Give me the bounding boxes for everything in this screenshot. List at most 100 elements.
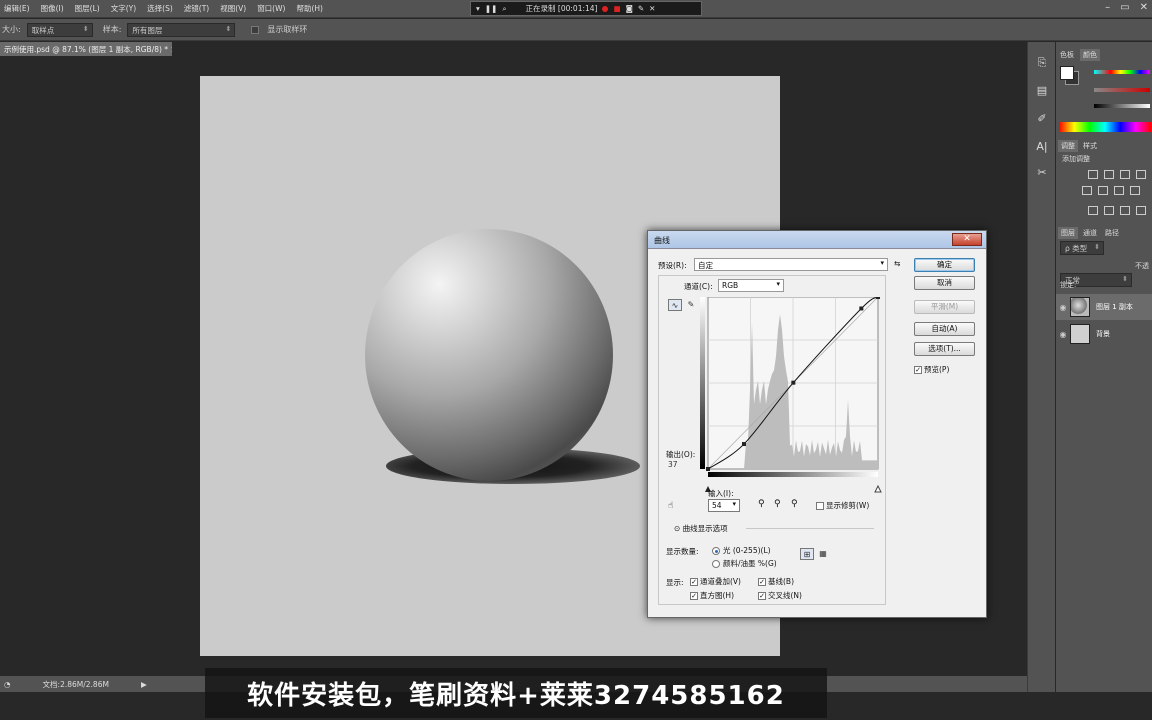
white-point-slider[interactable] <box>874 484 882 493</box>
menu-type[interactable]: 文字(Y) <box>111 3 136 14</box>
size-label: 大小: <box>2 25 21 34</box>
history-icon[interactable]: ⎘ <box>1034 56 1050 72</box>
layer-row[interactable]: ◉ 图层 1 副本 <box>1056 294 1152 320</box>
menu-select[interactable]: 选择(S) <box>147 3 173 14</box>
preset-options-icon[interactable]: ⇆ <box>894 259 900 268</box>
actions-icon[interactable]: ▤ <box>1034 84 1050 100</box>
black-white-adjust-icon[interactable] <box>1130 186 1140 195</box>
preview-checkbox[interactable]: ✓ 预览(P) <box>914 364 949 375</box>
preset-select[interactable]: 自定 <box>694 258 888 271</box>
layer-name: 背景 <box>1096 330 1110 338</box>
intersection-checkbox[interactable]: ✓ 交叉线(N) <box>758 590 802 601</box>
curves-dialog: 曲线 ✕ 预设(R): 自定 ⇆ 通道(C): RGB ∿ ✎ 输出(O): 3… <box>647 230 987 618</box>
brightness-adjust-icon[interactable] <box>1088 170 1098 179</box>
curves-graph[interactable] <box>700 297 888 493</box>
menu-window[interactable]: 窗口(W) <box>257 3 285 14</box>
gradient-map-adjust-icon[interactable] <box>1136 206 1146 215</box>
posterize-adjust-icon[interactable] <box>1104 206 1114 215</box>
curve-pencil-tool-icon[interactable]: ✎ <box>684 299 698 311</box>
layer-row[interactable]: ◉ 背景 <box>1056 321 1152 347</box>
channel-overlays-checkbox[interactable]: ✓ 通道叠加(V) <box>690 576 741 587</box>
menu-help[interactable]: 帮助(H) <box>296 3 323 14</box>
target-adjust-icon[interactable]: ☝ <box>668 501 673 511</box>
saturation-slider[interactable] <box>1094 88 1150 92</box>
input-field[interactable]: 54 <box>708 499 740 512</box>
curve-control-point[interactable] <box>742 442 746 447</box>
gray-eyedropper-icon[interactable]: ⚲ <box>774 499 781 509</box>
curve-point-tool-icon[interactable]: ∿ <box>668 299 682 311</box>
hue-sat-adjust-icon[interactable] <box>1098 186 1108 195</box>
document-tab[interactable]: 示例使用.psd @ 87.1% (图层 1 副本, RGB/8) * × <box>0 42 172 56</box>
recorder-close-icon[interactable]: ✕ <box>649 4 655 13</box>
stop-icon[interactable]: ■ <box>613 4 620 13</box>
show-clipping-checkbox[interactable]: 显示修剪(W) <box>816 500 869 511</box>
record-icon[interactable] <box>602 5 609 12</box>
visibility-eye-icon[interactable]: ◉ <box>1056 330 1070 339</box>
options-button[interactable]: 选项(T)... <box>914 342 975 356</box>
pen-icon[interactable]: ✎ <box>638 4 644 13</box>
curve-control-point[interactable] <box>876 297 880 299</box>
exposure-adjust-icon[interactable] <box>1136 170 1146 179</box>
show-label: 显示: <box>666 578 684 587</box>
red-slider[interactable] <box>1094 70 1150 74</box>
tab-close-icon[interactable]: × <box>170 45 172 54</box>
status-arrow-icon[interactable]: ▶ <box>141 680 147 689</box>
auto-button[interactable]: 自动(A) <box>914 322 975 336</box>
character-icon[interactable]: A| <box>1034 140 1050 156</box>
document-size: 文档:2.86M/2.86M <box>42 679 109 689</box>
foreground-color-swatch[interactable] <box>1060 66 1074 80</box>
curves-adjust-icon[interactable] <box>1120 170 1130 179</box>
ok-button[interactable]: 确定 <box>914 258 975 272</box>
menu-edit[interactable]: 编辑(E) <box>4 3 30 14</box>
minimize-icon[interactable]: – <box>1105 2 1110 13</box>
menu-image[interactable]: 图像(I) <box>41 3 64 14</box>
pause-icon[interactable]: ❚❚ <box>485 4 498 13</box>
dialog-titlebar[interactable]: 曲线 ✕ <box>648 231 986 249</box>
sample-size-select[interactable]: 取样点 <box>26 22 93 37</box>
invert-adjust-icon[interactable] <box>1088 206 1098 215</box>
output-label: 输出(O): <box>666 450 696 459</box>
menu-layer[interactable]: 图层(L) <box>75 3 100 14</box>
curve-control-point[interactable] <box>706 467 710 471</box>
recorder-menu-icon[interactable]: ▾ <box>476 4 480 13</box>
close-icon[interactable]: ✕ <box>1140 2 1148 13</box>
maximize-icon[interactable]: ▭ <box>1120 2 1129 13</box>
white-eyedropper-icon[interactable]: ⚲ <box>791 499 798 509</box>
sample-layers-select[interactable]: 所有图层 <box>127 22 236 37</box>
light-option-label: 光 (0-255)(L) <box>723 546 771 555</box>
color-spectrum-ramp[interactable] <box>1059 122 1151 132</box>
curve-control-point[interactable] <box>791 380 796 385</box>
baseline-label: 基线(B) <box>768 577 794 586</box>
levels-adjust-icon[interactable] <box>1104 170 1114 179</box>
light-radio[interactable]: 光 (0-255)(L) <box>712 545 771 556</box>
display-options-toggle[interactable]: ⊙ 曲线显示选项 <box>674 523 728 534</box>
histogram-checkbox[interactable]: ✓ 直方图(H) <box>690 590 734 601</box>
color-balance-adjust-icon[interactable] <box>1114 186 1124 195</box>
black-eyedropper-icon[interactable]: ⚲ <box>758 499 765 509</box>
vibrance-adjust-icon[interactable] <box>1082 186 1092 195</box>
dialog-close-icon[interactable]: ✕ <box>952 233 982 246</box>
camera-icon[interactable]: ◙ <box>626 4 633 13</box>
cancel-button[interactable]: 取消 <box>914 276 975 290</box>
status-zoom-icon[interactable]: ◔ <box>4 680 11 689</box>
zoom-icon[interactable]: ⌕ <box>502 4 506 14</box>
threshold-adjust-icon[interactable] <box>1120 206 1130 215</box>
channel-label: 通道(C): <box>684 282 713 291</box>
brightness-slider[interactable] <box>1094 104 1150 108</box>
visibility-eye-icon[interactable]: ◉ <box>1056 303 1070 312</box>
menu-view[interactable]: 视图(V) <box>220 3 246 14</box>
grid-4x4-icon[interactable]: ⊞ <box>800 548 814 560</box>
dialog-title: 曲线 <box>654 236 670 245</box>
channel-select[interactable]: RGB <box>718 279 784 292</box>
tool-presets-icon[interactable]: ✂ <box>1034 166 1050 182</box>
menu-filter[interactable]: 滤镜(T) <box>184 3 209 14</box>
sampling-ring-checkbox[interactable] <box>251 25 260 34</box>
pigment-radio[interactable]: 颜料/油墨 %(G) <box>712 558 777 569</box>
brush-presets-icon[interactable]: ✐ <box>1034 112 1050 128</box>
grid-10x10-icon[interactable]: ▦ <box>816 548 830 560</box>
output-value[interactable]: 37 <box>668 460 678 469</box>
curve-control-point[interactable] <box>859 306 864 311</box>
output-gradient-bar <box>700 297 705 469</box>
baseline-checkbox[interactable]: ✓ 基线(B) <box>758 576 794 587</box>
smooth-button[interactable]: 平滑(M) <box>914 300 975 314</box>
